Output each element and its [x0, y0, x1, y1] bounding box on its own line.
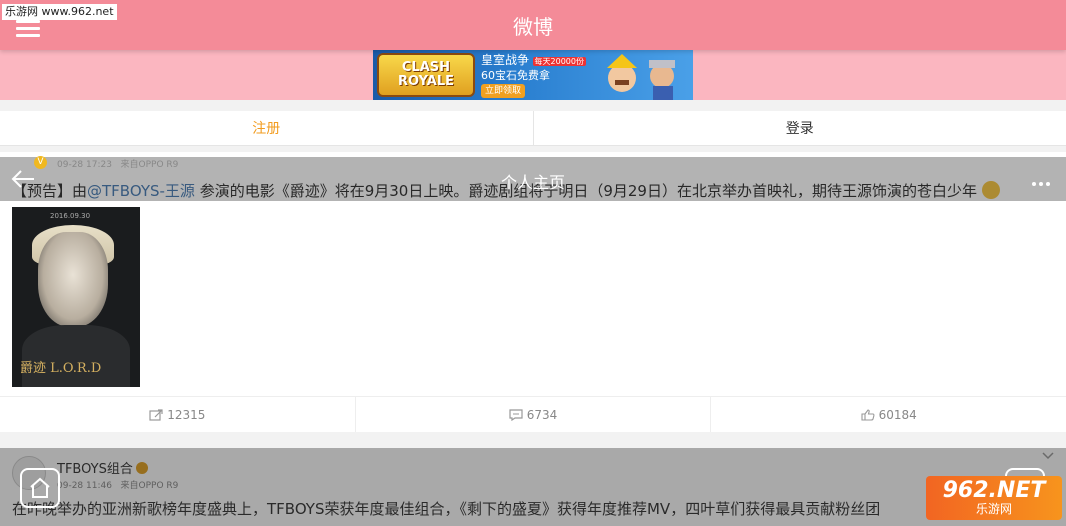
comment-count: 6734: [526, 407, 558, 422]
watermark-top: 乐游网 www.962.net: [2, 4, 117, 20]
app-screen: 乐游网 www.962.net 微博 CLASH ROYALE 皇室战争 每天2…: [0, 0, 1066, 526]
comment-button[interactable]: 6734: [354, 397, 711, 432]
site-logo: 962.NET 乐游网: [926, 476, 1062, 520]
repost-button[interactable]: 12315: [0, 397, 355, 432]
menu-icon[interactable]: [16, 20, 40, 38]
like-count: 60184: [878, 407, 917, 422]
more-icon[interactable]: [1032, 171, 1054, 186]
tab-login[interactable]: 登录: [534, 111, 1066, 145]
header-title: 微博: [513, 14, 553, 39]
image-title: 爵迹 L.O.R.D: [20, 361, 102, 376]
tab-register[interactable]: 注册: [0, 111, 534, 145]
image-body: [22, 325, 130, 387]
home-button[interactable]: [20, 468, 60, 508]
logo-line1: 962.NET: [942, 478, 1046, 503]
verified-icon: V: [34, 156, 47, 169]
repost-count: 12315: [167, 407, 206, 422]
ad-character-icon: [607, 54, 675, 100]
logo-line2: 乐游网: [975, 502, 1012, 516]
post-source: 来自OPPO R9: [120, 160, 179, 170]
post-time: 09-28 17:23: [57, 160, 112, 170]
ad-badge: 每天20000份: [532, 56, 586, 66]
thumbs-up-icon: [861, 408, 875, 421]
post-actions: 12315 6734 60184: [0, 396, 1066, 432]
post-image[interactable]: 2016.09.30 爵迹 L.O.R.D: [12, 207, 140, 387]
ad-banner[interactable]: CLASH ROYALE 皇室战争 每天20000份 60宝石免费拿 立即领取: [373, 50, 693, 100]
image-face: [38, 232, 108, 327]
post-meta: 09-28 17:23 来自OPPO R9: [57, 157, 178, 170]
repost-icon: [149, 408, 163, 421]
banner-area: CLASH ROYALE 皇室战争 每天20000份 60宝石免费拿 立即领取: [0, 50, 1066, 100]
comment-icon: [509, 408, 523, 421]
app-header: 微博: [0, 0, 1066, 50]
bottom-overlay: [0, 448, 1066, 526]
auth-tabs: 注册 登录: [0, 111, 1066, 146]
ad-line1: 皇室战争: [481, 52, 530, 67]
overlay-title: 个人主页: [500, 173, 565, 192]
ad-logo: CLASH ROYALE: [377, 53, 475, 97]
like-button[interactable]: 60184: [710, 397, 1066, 432]
ad-line2: 60宝石免费拿: [481, 68, 550, 82]
image-date: 2016.09.30: [50, 212, 91, 220]
home-icon: [30, 477, 50, 498]
ad-text: 皇室战争 每天20000份 60宝石免费拿 立即领取: [481, 53, 586, 98]
ad-button[interactable]: 立即领取: [481, 83, 526, 98]
